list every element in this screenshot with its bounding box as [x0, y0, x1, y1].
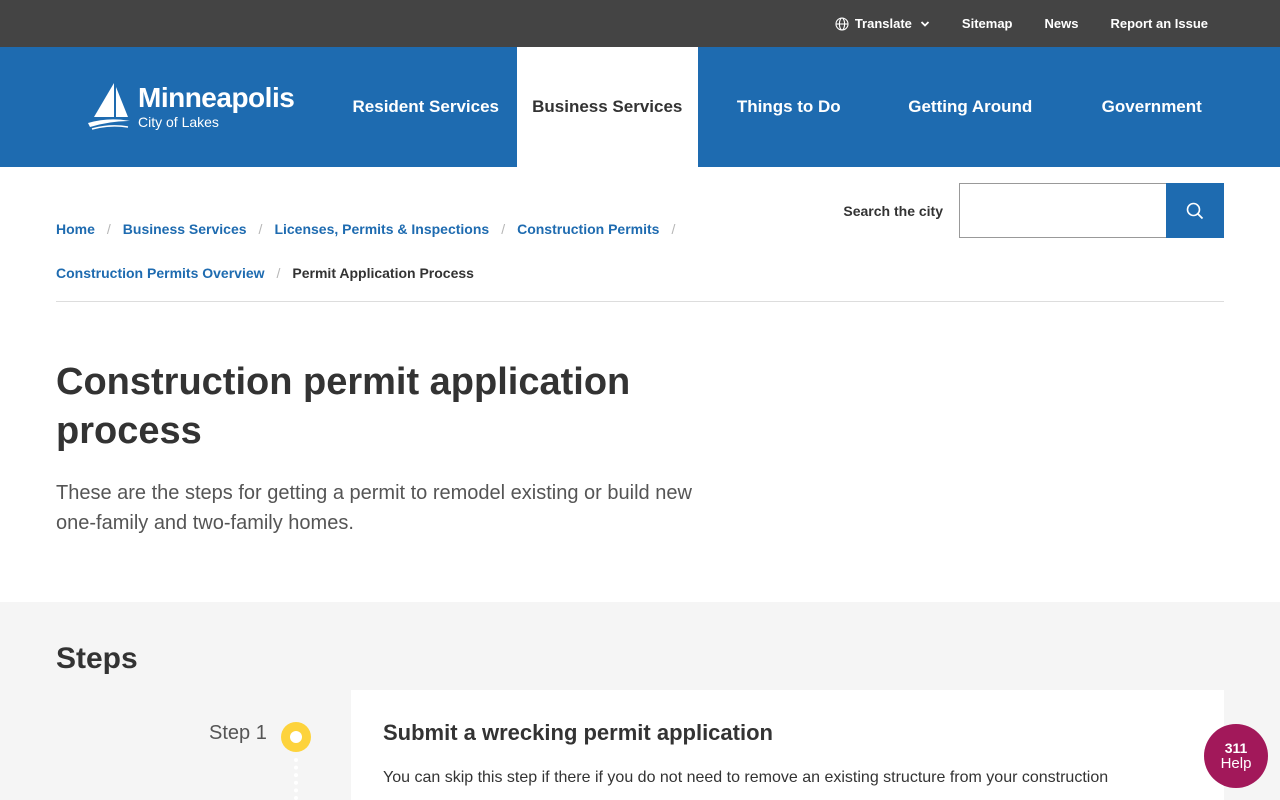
report-issue-link[interactable]: Report an Issue [1110, 16, 1208, 31]
search-input[interactable] [959, 183, 1166, 238]
breadcrumb-current: Permit Application Process [292, 265, 474, 281]
steps-heading: Steps [56, 642, 138, 675]
site-logo[interactable]: Minneapolis City of Lakes [0, 47, 335, 167]
page-hero: Construction permit application process … [0, 302, 1280, 602]
globe-icon [835, 16, 849, 31]
sailboat-logo-icon [88, 83, 130, 130]
help-number: 311 [1224, 740, 1248, 756]
step-title: Submit a wrecking permit application [383, 720, 773, 745]
nav-business-services[interactable]: Business Services [516, 47, 698, 167]
breadcrumb-separator: / [276, 265, 281, 281]
sitemap-link[interactable]: Sitemap [962, 16, 1013, 31]
search-label: Search the city [843, 202, 943, 219]
search-icon [1186, 202, 1204, 219]
step-marker [281, 722, 311, 752]
steps-section: Steps Step 1 Submit a wrecking permit ap… [0, 602, 1280, 800]
breadcrumb-separator: / [106, 221, 111, 237]
breadcrumb-area: Home / Business Services / Licenses, Permits… [56, 167, 1224, 302]
main-nav: Resident Services Business Services Thin… [335, 47, 1243, 167]
breadcrumb-separator: / [671, 221, 676, 237]
news-link[interactable]: News [1045, 16, 1079, 31]
utility-bar: Translate Sitemap News Report an Issue [0, 0, 1280, 47]
help-label: Help [1220, 755, 1252, 772]
site-search: Search the city [843, 183, 1224, 238]
breadcrumb: Home / Business Services / Licenses, Permits… [56, 207, 776, 295]
breadcrumb-licenses[interactable]: Licenses, Permits & Inspections [274, 221, 489, 237]
step-label: Step 1 [209, 722, 267, 744]
breadcrumb-construction-permits[interactable]: Construction Permits [517, 221, 659, 237]
nav-government[interactable]: Government [1061, 47, 1243, 167]
nav-things-to-do[interactable]: Things to Do [698, 47, 880, 167]
nav-getting-around[interactable]: Getting Around [880, 47, 1062, 167]
breadcrumb-business-services[interactable]: Business Services [123, 221, 247, 237]
page-title: Construction permit application process [56, 361, 631, 452]
help-311-button[interactable]: 311 Help [1204, 724, 1268, 788]
step-text: You can skip this step if there if you d… [383, 769, 1109, 786]
page-lead: These are the steps for getting a permit… [56, 482, 692, 534]
translate-button[interactable]: Translate [835, 16, 930, 31]
breadcrumb-permits-overview[interactable]: Construction Permits Overview [56, 265, 265, 281]
breadcrumb-home[interactable]: Home [56, 221, 95, 237]
logo-tagline: City of Lakes [138, 114, 219, 130]
step-card: Submit a wrecking permit application You… [351, 690, 1224, 800]
step-connector [294, 758, 298, 800]
nav-resident-services[interactable]: Resident Services [335, 47, 517, 167]
search-button[interactable] [1166, 183, 1224, 238]
translate-label: Translate [854, 16, 912, 31]
chevron-down-icon [920, 20, 930, 28]
site-header: Minneapolis City of Lakes Resident Servi… [0, 47, 1280, 167]
breadcrumb-separator: / [501, 221, 506, 237]
logo-name: Minneapolis [138, 82, 295, 113]
breadcrumb-separator: / [258, 221, 263, 237]
